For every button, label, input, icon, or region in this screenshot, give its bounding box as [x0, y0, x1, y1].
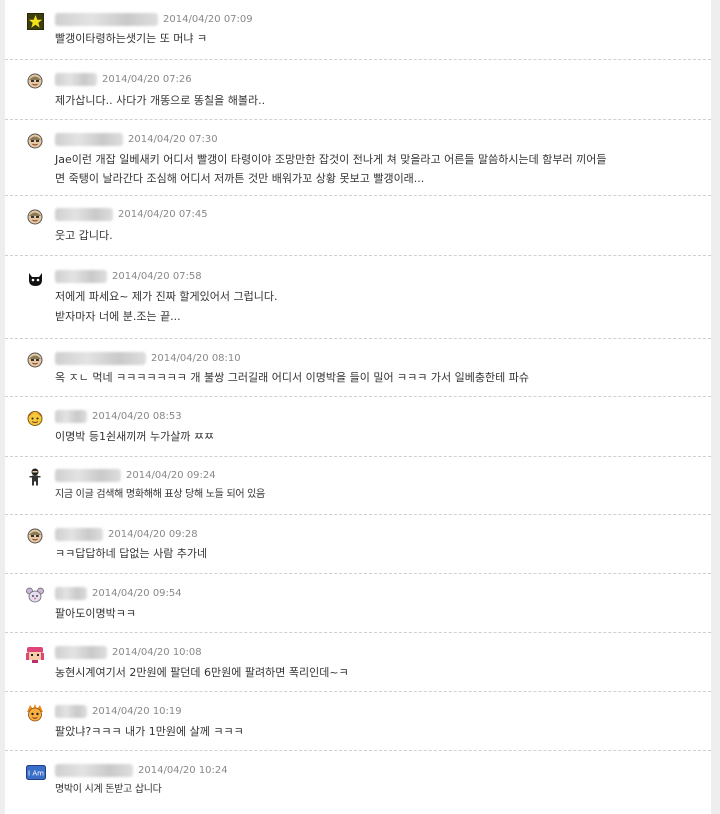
comment-text: 저에게 파세요~ 제가 진짜 할게있어서 그럽니다. 받자마자 너에 분.조는 … [55, 290, 278, 323]
author-nickname[interactable] [55, 12, 158, 26]
comment-item: 2014/04/20 07:09 빨갱이타령하는샛기는 또 머냐 ㅋ [5, 0, 711, 60]
author-nickname[interactable] [55, 269, 107, 283]
author-nickname[interactable] [55, 763, 133, 777]
author-nickname[interactable] [55, 704, 87, 718]
comment-item: 2014/04/20 10:19 팔았냐?ㅋㅋㅋ 내가 1만원에 살께 ㅋㅋㅋ [5, 692, 711, 751]
comment-item: 2014/04/20 09:28 ㅋㅋ답답하네 답없는 사람 추가네 [5, 515, 711, 574]
author-nickname[interactable] [55, 586, 87, 600]
mouse-icon[interactable] [26, 586, 44, 604]
pink-character-icon[interactable] [26, 645, 44, 663]
ninja-icon[interactable] [26, 468, 44, 486]
comment-text: Jae이런 개잡 일베새키 어디서 빨갱이 타령이야 조망만한 잡것이 전나게 … [55, 153, 607, 185]
black-cat-icon[interactable] [26, 269, 44, 287]
comment-date: 2014/04/20 09:28 [108, 528, 198, 540]
comment-text: 웃고 갑니다. [55, 229, 113, 242]
comment-date: 2014/04/20 09:24 [126, 469, 216, 481]
comment-text: 명박이 시계 돈받고 삽니다 [55, 784, 162, 795]
yellow-face-icon[interactable] [26, 409, 44, 427]
author-nickname[interactable] [55, 72, 97, 86]
comment-text: 팔았냐?ㅋㅋㅋ 내가 1만원에 살께 ㅋㅋㅋ [55, 725, 244, 738]
face-icon[interactable] [26, 208, 44, 226]
comment-item: 2014/04/20 08:10 옥 ㅈㄴ 먹네 ㅋㅋㅋㅋㅋㅋㅋ 개 불쌍 그러… [5, 339, 711, 397]
author-nickname[interactable] [55, 409, 87, 423]
comment-item: I Am 2014/04/20 10:24 명박이 시계 돈받고 삽니다 [5, 751, 711, 814]
comment-item: 2014/04/20 09:24 지금 이글 검색해 명화해해 표상 당해 노들… [5, 457, 711, 515]
comment-text: 이명박 등1쉰새끼꺼 누가살까 ㅉㅉ [55, 430, 215, 443]
face-icon[interactable] [26, 132, 44, 150]
comment-item: 2014/04/20 07:26 제가삽니다.. 사다가 개똥으로 똥칠을 해볼… [5, 60, 711, 120]
author-nickname[interactable] [55, 468, 121, 482]
face-icon[interactable] [26, 351, 44, 369]
comment-date: 2014/04/20 07:45 [118, 208, 208, 220]
author-nickname[interactable] [55, 207, 113, 221]
comment-date: 2014/04/20 10:24 [138, 764, 228, 776]
comment-date: 2014/04/20 08:10 [151, 352, 241, 364]
author-nickname[interactable] [55, 351, 146, 365]
comment-text: 옥 ㅈㄴ 먹네 ㅋㅋㅋㅋㅋㅋㅋ 개 불쌍 그러길래 어디서 이명박을 들이 밀어… [55, 371, 529, 384]
svg-text:I Am: I Am [28, 769, 44, 777]
comment-date: 2014/04/20 07:09 [163, 13, 253, 25]
comment-date: 2014/04/20 07:26 [102, 73, 192, 85]
face-icon[interactable] [26, 527, 44, 545]
comment-list: 2014/04/20 07:09 빨갱이타령하는샛기는 또 머냐 ㅋ 2014/… [5, 0, 711, 814]
comment-text: 빨갱이타령하는샛기는 또 머냐 ㅋ [55, 32, 208, 45]
face-icon[interactable] [26, 72, 44, 90]
comment-text: 팔아도이명박ㅋㅋ [55, 607, 136, 620]
orange-character-icon[interactable] [26, 704, 44, 722]
comment-date: 2014/04/20 08:53 [92, 410, 182, 422]
comment-date: 2014/04/20 07:30 [128, 133, 218, 145]
star-badge-icon[interactable] [26, 12, 44, 30]
author-nickname[interactable] [55, 645, 107, 659]
comment-item: 2014/04/20 10:08 농현시계여기서 2만원에 팔던데 6만원에 팔… [5, 633, 711, 692]
comment-date: 2014/04/20 10:08 [112, 646, 202, 658]
comment-text: 제가삽니다.. 사다가 개똥으로 똥칠을 해볼라.. [55, 94, 266, 107]
comment-date: 2014/04/20 10:19 [92, 705, 182, 717]
comment-date: 2014/04/20 09:54 [92, 587, 182, 599]
comment-text: 농현시계여기서 2만원에 팔던데 6만원에 팔려하면 폭리인데~ㅋ [55, 666, 349, 679]
comment-item: 2014/04/20 07:45 웃고 갑니다. [5, 196, 711, 256]
comment-text: ㅋㅋ답답하네 답없는 사람 추가네 [55, 547, 208, 560]
comment-item: 2014/04/20 08:53 이명박 등1쉰새끼꺼 누가살까 ㅉㅉ [5, 397, 711, 457]
author-nickname[interactable] [55, 527, 103, 541]
i-am-badge-icon[interactable]: I Am [26, 763, 46, 781]
comment-item: 2014/04/20 09:54 팔아도이명박ㅋㅋ [5, 574, 711, 633]
comment-item: 2014/04/20 07:30 Jae이런 개잡 일베새키 어디서 빨갱이 타… [5, 120, 711, 196]
comment-item: 2014/04/20 07:58 저에게 파세요~ 제가 진짜 할게있어서 그럽… [5, 256, 711, 339]
author-nickname[interactable] [55, 132, 123, 146]
comment-text: 지금 이글 검색해 명화해해 표상 당해 노들 되어 있음 [55, 489, 265, 500]
comment-date: 2014/04/20 07:58 [112, 270, 202, 282]
